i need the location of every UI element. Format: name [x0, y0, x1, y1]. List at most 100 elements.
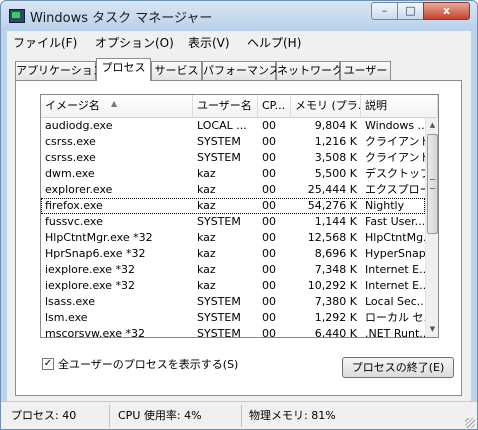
scroll-down-arrow-icon[interactable]: ▼	[426, 322, 438, 337]
table-row[interactable]: HprSnap6.exe *32 kaz 00 8,696 K HyperSnap	[41, 246, 425, 262]
table-row[interactable]: audiodg.exe LOCAL ... 00 9,804 K Windows ...	[41, 118, 425, 134]
cell-image-name: lsm.exe	[45, 311, 88, 324]
cell-image-name: mscorsvw.exe *32	[45, 327, 145, 338]
cell-image-name: iexplore.exe *32	[45, 263, 135, 276]
cell-memory: 9,804 K	[314, 119, 357, 132]
scrollbar-thumb[interactable]	[427, 134, 438, 234]
cell-cpu: 00	[262, 263, 276, 276]
table-row[interactable]: lsass.exe SYSTEM 00 7,380 K Local Sec...	[41, 294, 425, 310]
cell-description: Nightly	[365, 199, 405, 212]
cell-memory: 54,276 K	[307, 199, 357, 212]
cell-cpu: 00	[262, 135, 276, 148]
table-row[interactable]: iexplore.exe *32 kaz 00 10,292 K Internet E.…	[41, 278, 425, 294]
window-title: Windows タスク マネージャー	[30, 11, 213, 26]
table-row[interactable]: iexplore.exe *32 kaz 00 7,348 K Internet E..…	[41, 262, 425, 278]
table-row[interactable]: explorer.exe kaz 00 25,444 K エクスプロー...	[41, 182, 425, 198]
cell-memory: 25,444 K	[307, 183, 357, 196]
status-separator	[241, 405, 242, 427]
tab-services[interactable]: サービス	[151, 61, 202, 80]
resize-grip-icon[interactable]	[465, 418, 475, 428]
column-header-user-name[interactable]: ユーザー名	[193, 95, 258, 117]
cell-image-name: iexplore.exe *32	[45, 279, 135, 292]
cell-user-name: SYSTEM	[197, 151, 241, 164]
table-row[interactable]: fussvc.exe SYSTEM 00 1,144 K Fast User...	[41, 214, 425, 230]
cell-user-name: SYSTEM	[197, 135, 241, 148]
tab-network[interactable]: ネットワーク	[276, 61, 343, 80]
table-row[interactable]: HlpCtntMgr.exe *32 kaz 00 12,568 K HlpCtntMg…	[41, 230, 425, 246]
cell-memory: 5,500 K	[314, 167, 357, 180]
column-header-cpu[interactable]: CP...	[258, 95, 291, 117]
cell-memory: 6,440 K	[314, 327, 357, 338]
maximize-button[interactable]: □	[397, 2, 424, 20]
cell-description: HyperSnap	[365, 247, 425, 260]
status-process-count: プロセス: 40	[11, 409, 77, 422]
cell-image-name: dwm.exe	[45, 167, 95, 180]
cell-user-name: SYSTEM	[197, 215, 241, 228]
status-bar: プロセス: 40 CPU 使用率: 4% 物理メモリ: 81%	[1, 401, 477, 429]
task-manager-window: Windows タスク マネージャー – □ x ファイル(F) オプション(O…	[0, 0, 478, 430]
cell-cpu: 00	[262, 215, 276, 228]
close-button[interactable]: x	[423, 2, 470, 20]
cell-user-name: kaz	[197, 167, 216, 180]
menu-help[interactable]: ヘルプ(H)	[247, 34, 301, 51]
cell-memory: 12,568 K	[307, 231, 357, 244]
cell-cpu: 00	[262, 151, 276, 164]
tab-applications[interactable]: アプリケーション	[15, 61, 104, 80]
cell-image-name: HprSnap6.exe *32	[45, 247, 146, 260]
vertical-scrollbar[interactable]: ▲ ▼	[425, 118, 438, 337]
menu-file[interactable]: ファイル(F)	[13, 34, 77, 51]
show-all-users-checkbox[interactable]: ✓	[42, 358, 54, 370]
cell-image-name: HlpCtntMgr.exe *32	[45, 231, 153, 244]
cell-cpu: 00	[262, 167, 276, 180]
table-row[interactable]: lsm.exe SYSTEM 00 1,292 K ローカル セ...	[41, 310, 425, 326]
table-row[interactable]: firefox.exe kaz 00 54,276 K Nightly	[41, 198, 425, 214]
cell-user-name: kaz	[197, 263, 216, 276]
title-bar[interactable]: Windows タスク マネージャー – □ x	[1, 1, 477, 31]
client-area: ファイル(F) オプション(O) 表示(V) ヘルプ(H) アプリケーション プ…	[7, 31, 471, 401]
task-manager-icon	[9, 9, 25, 23]
cell-cpu: 00	[262, 119, 276, 132]
cell-description: Fast User...	[365, 215, 425, 228]
sort-ascending-icon: ▲	[111, 99, 118, 108]
cell-description: クライアント...	[365, 151, 425, 164]
show-all-users-label[interactable]: 全ユーザーのプロセスを表示する(S)	[58, 357, 238, 373]
table-row[interactable]: csrss.exe SYSTEM 00 3,508 K クライアント...	[41, 150, 425, 166]
cell-memory: 1,216 K	[314, 135, 357, 148]
tab-processes[interactable]: プロセス	[96, 58, 151, 81]
cell-description: エクスプロー...	[365, 183, 425, 196]
process-list: イメージ名 ▲ ユーザー名 CP... メモリ (プラ... 説明 audiodg…	[40, 94, 439, 338]
column-header-memory[interactable]: メモリ (プラ...	[291, 95, 361, 117]
minimize-button[interactable]: –	[371, 2, 398, 20]
tab-performance[interactable]: パフォーマンス	[202, 61, 280, 80]
column-header-description[interactable]: 説明	[361, 95, 438, 117]
cell-user-name: SYSTEM	[197, 311, 241, 324]
cell-description: Windows ...	[365, 119, 425, 132]
cell-image-name: csrss.exe	[45, 151, 96, 164]
cell-image-name: audiodg.exe	[45, 119, 113, 132]
column-header-image-name[interactable]: イメージ名 ▲	[41, 95, 193, 117]
table-row[interactable]: dwm.exe kaz 00 5,500 K デスクトップ...	[41, 166, 425, 182]
cell-description: クライアント...	[365, 135, 425, 148]
tab-users[interactable]: ユーザー	[340, 61, 391, 80]
cell-cpu: 00	[262, 327, 276, 338]
cell-memory: 3,508 K	[314, 151, 357, 164]
scroll-up-arrow-icon[interactable]: ▲	[426, 118, 438, 133]
status-cpu-usage: CPU 使用率: 4%	[118, 409, 202, 422]
cell-description: デスクトップ...	[365, 167, 425, 180]
cell-user-name: kaz	[197, 199, 216, 212]
cell-user-name: SYSTEM	[197, 327, 241, 338]
menu-view[interactable]: 表示(V)	[188, 34, 230, 51]
table-row[interactable]: mscorsvw.exe *32 SYSTEM 00 6,440 K .NET Runt…	[41, 326, 425, 338]
cell-cpu: 00	[262, 247, 276, 260]
cell-memory: 10,292 K	[307, 279, 357, 292]
cell-image-name: explorer.exe	[45, 183, 113, 196]
cell-cpu: 00	[262, 183, 276, 196]
cell-cpu: 00	[262, 199, 276, 212]
cell-description: Internet E...	[365, 263, 425, 276]
table-row[interactable]: csrss.exe SYSTEM 00 1,216 K クライアント...	[41, 134, 425, 150]
end-process-button[interactable]: プロセスの終了(E)	[342, 357, 454, 378]
status-separator	[109, 405, 110, 427]
thumb-grip-icon	[430, 179, 435, 189]
cell-description: Local Sec...	[365, 295, 425, 308]
menu-options[interactable]: オプション(O)	[95, 34, 174, 51]
